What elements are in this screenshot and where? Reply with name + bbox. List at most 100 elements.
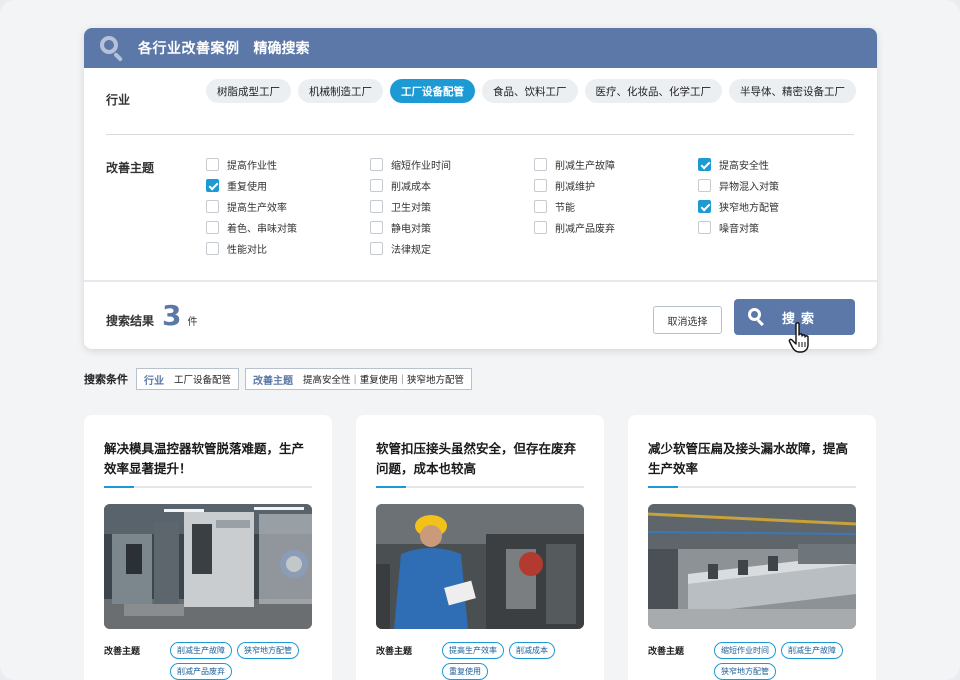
industry-chip[interactable]: 半导体、精密设备工厂 xyxy=(729,79,856,103)
checkbox[interactable] xyxy=(698,200,711,213)
condition-value: 工厂设备配管 xyxy=(174,375,232,386)
topic-option[interactable]: 卫生对策 xyxy=(370,199,534,214)
topic-option-label: 卫生对策 xyxy=(391,203,431,214)
checkbox[interactable] xyxy=(370,242,383,255)
topic-option-label: 提高作业性 xyxy=(227,161,277,172)
condition-topic-tag: 改善主题 提高安全性 | 重复使用 | 狭窄地方配管 xyxy=(245,368,472,390)
case-card[interactable]: 解决模具温控器软管脱落难题，生产效率显著提升！ 改善主题 削减生产故障 狭窄地方… xyxy=(84,415,332,680)
industry-label: 行业 xyxy=(106,93,131,107)
search-icon xyxy=(748,308,766,327)
topic-option[interactable]: 削减成本 xyxy=(370,178,534,193)
checkbox[interactable] xyxy=(206,242,219,255)
topic-option[interactable]: 噪音对策 xyxy=(698,220,862,235)
topic-option-label: 节能 xyxy=(555,203,575,214)
checkbox[interactable] xyxy=(370,221,383,234)
card-topic-tag[interactable]: 提高生产效率 xyxy=(442,642,504,659)
topic-option[interactable]: 静电对策 xyxy=(370,220,534,235)
card-tags: 削减生产故障 狭窄地方配管 削减产品废弃 xyxy=(170,642,320,680)
checkbox[interactable] xyxy=(698,179,711,192)
industry-chips: 树脂成型工厂 机械制造工厂 工厂设备配管 食品、饮料工厂 医疗、化妆品、化学工厂 半导体、… xyxy=(206,79,856,103)
checkbox[interactable] xyxy=(206,200,219,213)
card-topic-tag[interactable]: 削减生产故障 xyxy=(781,642,843,659)
card-title: 减少软管压扁及接头漏水故障，提高生产效率 xyxy=(648,441,849,476)
topic-option[interactable]: 缩短作业时间 xyxy=(370,157,534,172)
topic-option-label: 削减生产故障 xyxy=(555,161,615,172)
checkbox[interactable] xyxy=(698,158,711,171)
industry-chip[interactable]: 机械制造工厂 xyxy=(298,79,383,103)
condition-value: 狭窄地方配管 xyxy=(406,375,464,386)
checkbox[interactable] xyxy=(206,179,219,192)
topic-column: 提高安全性异物混入对策 狭窄地方配管 噪音对策 xyxy=(698,157,862,256)
card-topic-tag[interactable]: 缩短作业时间 xyxy=(714,642,776,659)
card-topic-tag[interactable]: 重复使用 xyxy=(442,663,488,680)
condition-key: 改善主题 xyxy=(253,375,294,387)
topic-option[interactable]: 法律规定 xyxy=(370,241,534,256)
card-topic-label: 改善主题 xyxy=(104,647,141,657)
topic-option-label: 缩短作业时间 xyxy=(391,161,451,172)
topic-option[interactable]: 削减产品废弃 xyxy=(534,220,698,235)
topics-label: 改善主题 xyxy=(106,161,155,175)
card-topic-tag[interactable]: 狭窄地方配管 xyxy=(237,642,299,659)
result-label: 搜索结果 xyxy=(106,314,155,328)
checkbox[interactable] xyxy=(534,221,547,234)
topic-option[interactable]: 提高安全性 xyxy=(698,157,862,172)
topic-option-label: 狭窄地方配管 xyxy=(719,203,779,214)
industry-chip[interactable]: 医疗、化妆品、化学工厂 xyxy=(584,79,722,103)
card-topic-tag[interactable]: 削减成本 xyxy=(509,642,555,659)
card-topic-tag[interactable]: 削减产品废弃 xyxy=(170,663,232,680)
topic-option[interactable]: 削减维护 xyxy=(534,178,698,193)
condition-value: 重复使用 xyxy=(359,375,398,386)
topic-column: 提高作业性重复使用提高生产效率 着色、串味对策 性能对比 xyxy=(206,157,370,256)
topic-option[interactable]: 重复使用 xyxy=(206,178,370,193)
card-topic-tag[interactable]: 狭窄地方配管 xyxy=(714,663,776,680)
clear-selection-button[interactable]: 取消选择 xyxy=(653,306,722,334)
topic-option[interactable]: 狭窄地方配管 xyxy=(698,199,862,214)
topic-option[interactable]: 异物混入对策 xyxy=(698,178,862,193)
checkbox[interactable] xyxy=(370,179,383,192)
topic-option[interactable]: 性能对比 xyxy=(206,241,370,256)
card-topic-tag[interactable]: 削减生产故障 xyxy=(170,642,232,659)
topic-option-label: 噪音对策 xyxy=(719,224,759,235)
title-underline xyxy=(104,486,312,488)
topic-column: 缩短作业时间削减成本卫生对策静电对策法律规定 xyxy=(370,157,534,256)
checkbox[interactable] xyxy=(370,200,383,213)
industry-row: 行业 树脂成型工厂 机械制造工厂 工厂设备配管 食品、饮料工厂 医疗、化妆品、化学工厂半… xyxy=(106,79,856,108)
topic-column: 削减生产故障削减维护节能削减产品废弃 xyxy=(534,157,698,256)
title-underline xyxy=(648,486,856,488)
page-frame: 各行业改善案例 精确搜索 行业 树脂成型工厂 机械制造工厂 工厂设备配管 食品、饮料工… xyxy=(0,0,960,680)
condition-value: 提高安全性 xyxy=(303,375,351,386)
industry-chip[interactable]: 工厂设备配管 xyxy=(390,79,475,103)
checkbox[interactable] xyxy=(534,200,547,213)
topic-option-label: 异物混入对策 xyxy=(719,182,779,193)
topic-option-label: 法律规定 xyxy=(391,245,431,256)
checkbox[interactable] xyxy=(534,179,547,192)
topic-option[interactable]: 节能 xyxy=(534,199,698,214)
topic-option[interactable]: 削减生产故障 xyxy=(534,157,698,172)
checkbox[interactable] xyxy=(698,221,711,234)
condition-key: 行业 xyxy=(144,375,164,387)
checkbox[interactable] xyxy=(370,158,383,171)
topic-option[interactable]: 提高生产效率 xyxy=(206,199,370,214)
panel-footer: 搜索结果 3 件 取消选择 搜索 xyxy=(84,280,877,349)
industry-chip[interactable]: 树脂成型工厂 xyxy=(206,79,291,103)
panel-title: 各行业改善案例 xyxy=(138,41,240,57)
search-panel: 各行业改善案例 精确搜索 行业 树脂成型工厂 机械制造工厂 工厂设备配管 食品、饮料工… xyxy=(84,28,877,349)
card-topic-label: 改善主题 xyxy=(376,647,413,657)
hand-cursor-icon xyxy=(788,322,809,353)
checkbox[interactable] xyxy=(206,221,219,234)
topic-option[interactable]: 提高作业性 xyxy=(206,157,370,172)
panel-header: 各行业改善案例 精确搜索 xyxy=(84,28,877,68)
industry-chip[interactable]: 食品、饮料工厂 xyxy=(482,79,578,103)
topic-option[interactable]: 着色、串味对策 xyxy=(206,220,370,235)
card-tags: 缩短作业时间 削减生产故障 狭窄地方配管 xyxy=(714,642,864,680)
result-number: 3 xyxy=(162,299,182,332)
checkbox[interactable] xyxy=(206,158,219,171)
case-card[interactable]: 软管扣压接头虽然安全，但存在废弃问题，成本也较高 改善主题 提高生产效率 削减成本… xyxy=(356,415,604,680)
condition-industry-tag: 行业 工厂设备配管 xyxy=(136,368,240,390)
case-card[interactable]: 减少软管压扁及接头漏水故障，提高生产效率 改善主题 缩短作业时间 削减生产故障 狭窄… xyxy=(628,415,876,680)
topic-checkboxes: 提高作业性 重复使用 提高生产效率 着色、串味对策 性能对比 缩短作业时间 削减成本 卫生对策… xyxy=(206,157,862,256)
divider xyxy=(106,134,854,135)
checkbox[interactable] xyxy=(534,158,547,171)
search-icon xyxy=(98,34,126,62)
separator: | xyxy=(400,373,404,385)
